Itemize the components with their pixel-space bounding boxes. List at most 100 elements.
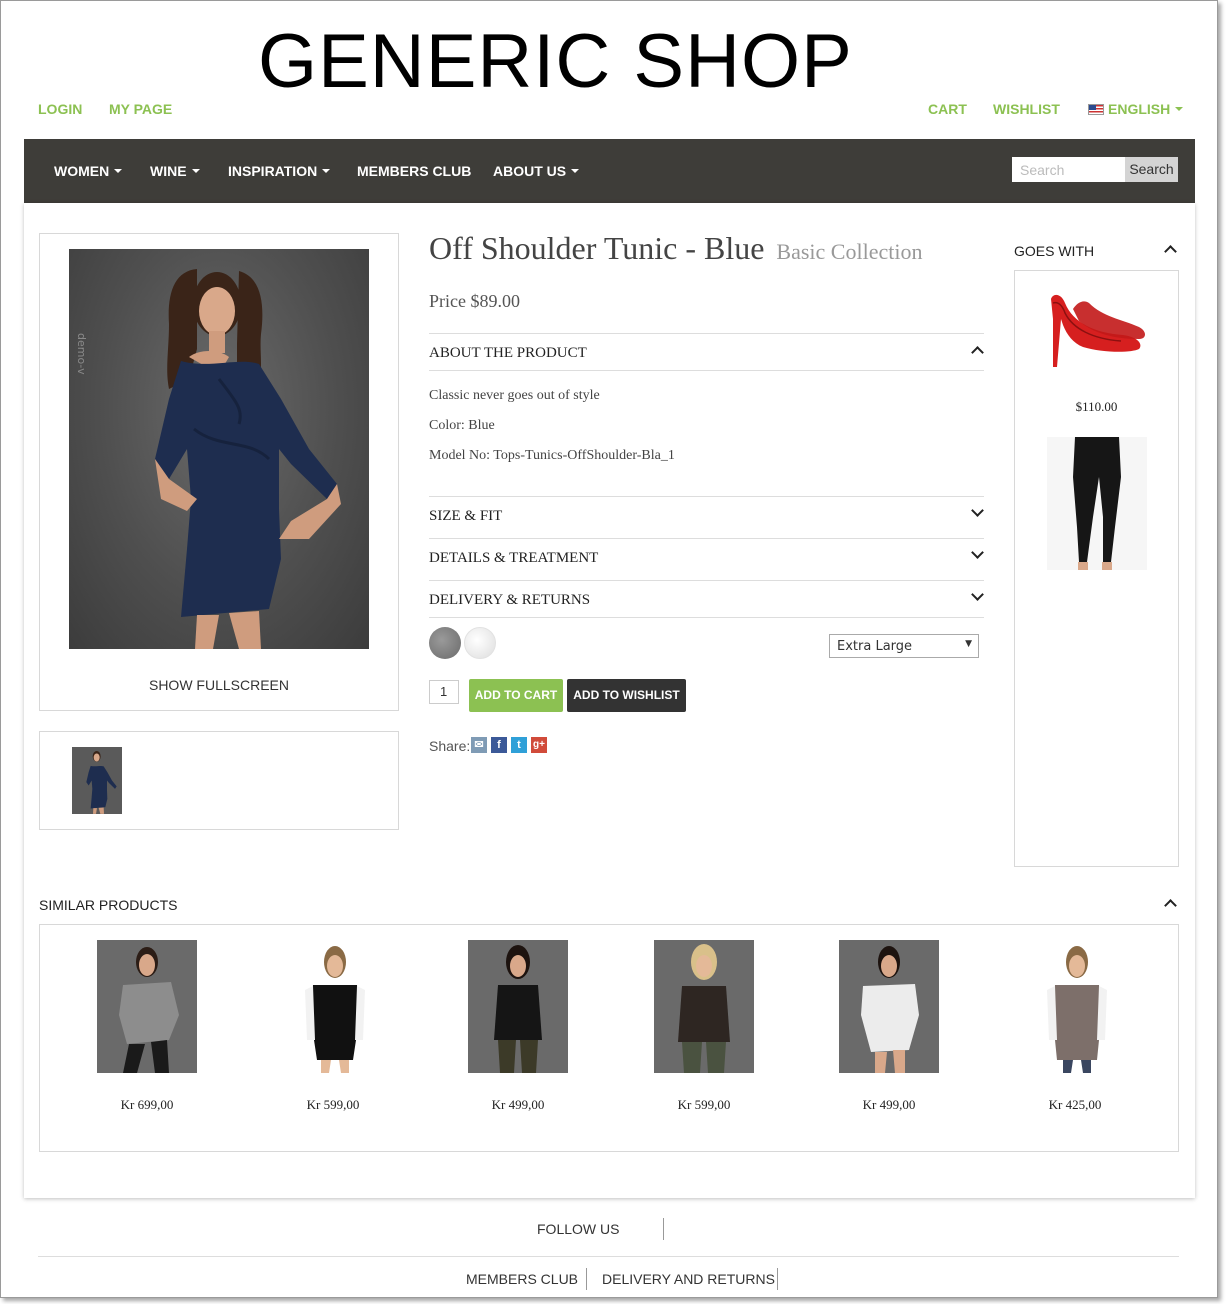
accordion-size-fit-label: SIZE & FIT: [429, 508, 503, 524]
search-input[interactable]: [1012, 157, 1125, 182]
chevron-down-icon: [971, 546, 984, 559]
main-content: demo-v SHOW FULLSCREEN Off Shoulder Tuni…: [24, 203, 1195, 1198]
model-figure: [155, 269, 341, 649]
leggings-figure: [1047, 437, 1147, 570]
product-title: Off Shoulder Tunic - Blue Basic Collecti…: [429, 230, 922, 267]
facebook-share-icon[interactable]: f: [491, 737, 507, 753]
chevron-down-icon: [971, 504, 984, 517]
similar-products-title: SIMILAR PRODUCTS: [39, 897, 178, 913]
size-select[interactable]: Extra Large ▼: [829, 634, 979, 658]
accordion-details-treatment[interactable]: DETAILS & TREATMENT: [429, 538, 984, 580]
show-fullscreen-link[interactable]: SHOW FULLSCREEN: [40, 677, 398, 693]
similar-figure-white-tunic: [861, 946, 919, 1073]
share-label: Share:: [429, 738, 471, 754]
email-share-icon[interactable]: ✉: [471, 737, 487, 753]
us-flag-icon: [1088, 104, 1104, 115]
caret-down-icon: [191, 169, 200, 173]
product-thumbnail[interactable]: [72, 747, 122, 814]
main-navbar: WOMEN WINE INSPIRATION MEMBERS CLUB ABOU…: [24, 139, 1195, 203]
footer-rule: [38, 1256, 1179, 1257]
footer-members-club-link[interactable]: MEMBERS CLUB: [466, 1271, 578, 1287]
footer-divider: [663, 1218, 664, 1240]
caret-down-icon: [571, 169, 580, 173]
accordion-delivery-label: DELIVERY & RETURNS: [429, 592, 591, 608]
similar-product-image[interactable]: [468, 940, 568, 1073]
nav-inspiration[interactable]: INSPIRATION: [228, 163, 331, 179]
twitter-share-icon[interactable]: t: [511, 737, 527, 753]
product-photo[interactable]: demo-v: [69, 249, 369, 649]
nav-women[interactable]: WOMEN: [54, 163, 123, 179]
caret-down-icon: [114, 169, 123, 173]
similar-figure-grey-tunic: [119, 947, 179, 1073]
similar-product-image[interactable]: [654, 940, 754, 1073]
quantity-input[interactable]: 1: [429, 680, 459, 704]
goes-with-item-shoes[interactable]: [1043, 289, 1153, 369]
similar-figure-black-top: [494, 945, 542, 1073]
similar-product-price: Kr 699,00: [120, 1097, 174, 1112]
footer-delivery-returns-link[interactable]: DELIVERY AND RETURNS: [602, 1271, 775, 1287]
similar-product-price: Kr 599,00: [306, 1097, 360, 1112]
color-swatch-white[interactable]: [464, 627, 496, 659]
goes-with-shoes-price: $110.00: [1075, 399, 1118, 414]
photo-watermark: demo-v: [75, 333, 88, 375]
nav-members-club-label: MEMBERS CLUB: [357, 163, 472, 179]
nav-inspiration-label: INSPIRATION: [228, 163, 318, 179]
similar-product-price: Kr 499,00: [862, 1097, 916, 1112]
my-page-link[interactable]: MY PAGE: [109, 101, 172, 117]
chevron-down-icon: [971, 588, 984, 601]
search-button[interactable]: Search: [1125, 157, 1178, 182]
googleplus-share-icon[interactable]: g+: [531, 737, 547, 753]
product-color-line: Color: Blue: [429, 418, 495, 433]
product-collection: Basic Collection: [776, 239, 923, 264]
product-model-line: Model No: Tops-Tunics-OffShoulder-Bla_1: [429, 448, 675, 463]
accordion-about-label: ABOUT THE PRODUCT: [429, 345, 587, 361]
similar-product-image[interactable]: [839, 940, 939, 1073]
language-label: ENGLISH: [1108, 101, 1171, 117]
footer-divider: [777, 1268, 778, 1290]
similar-product-image[interactable]: [1025, 940, 1125, 1073]
add-to-cart-button[interactable]: ADD TO CART: [469, 679, 563, 712]
nav-wine-label: WINE: [150, 163, 187, 179]
similar-product-price: Kr 425,00: [1048, 1097, 1102, 1112]
caret-down-icon: [322, 169, 331, 173]
nav-about-us[interactable]: ABOUT US: [493, 163, 580, 179]
chevron-up-icon: [971, 346, 984, 359]
product-price: Price $89.00: [429, 291, 520, 311]
product-name: Off Shoulder Tunic - Blue: [429, 230, 765, 266]
nav-members-club[interactable]: MEMBERS CLUB: [357, 163, 471, 179]
accordion-about-product[interactable]: ABOUT THE PRODUCT: [429, 333, 984, 371]
red-pump-icon: [1051, 294, 1145, 367]
similar-product-price: Kr 599,00: [677, 1097, 731, 1112]
login-link[interactable]: LOGIN: [38, 101, 82, 117]
shop-logo[interactable]: GENERIC SHOP: [258, 22, 853, 102]
similar-product-image[interactable]: [283, 940, 383, 1073]
language-selector[interactable]: ENGLISH: [1088, 101, 1184, 117]
nav-wine[interactable]: WINE: [150, 163, 200, 179]
accordion-details-label: DETAILS & TREATMENT: [429, 550, 599, 566]
product-image-panel: demo-v SHOW FULLSCREEN: [39, 233, 399, 711]
goes-with-collapse-icon[interactable]: [1164, 245, 1177, 258]
goes-with-panel: $110.00: [1014, 270, 1179, 867]
size-selected-value: Extra Large: [837, 639, 913, 654]
nav-women-label: WOMEN: [54, 163, 110, 179]
caret-down-icon: [1175, 107, 1184, 111]
nav-about-us-label: ABOUT US: [493, 163, 567, 179]
footer-divider: [586, 1268, 587, 1290]
similar-product-price: Kr 499,00: [491, 1097, 545, 1112]
color-swatch-grey[interactable]: [429, 627, 461, 659]
accordion-size-fit[interactable]: SIZE & FIT: [429, 496, 984, 538]
similar-figure-taupe-vest: [1047, 946, 1107, 1073]
similar-product-image[interactable]: [97, 940, 197, 1073]
similar-figure-black-vest: [305, 946, 365, 1073]
thumbnail-figure: [86, 751, 117, 814]
similar-collapse-icon[interactable]: [1164, 899, 1177, 912]
accordion-delivery-returns[interactable]: DELIVERY & RETURNS: [429, 580, 984, 618]
follow-us-label: FOLLOW US: [537, 1221, 620, 1237]
thumbnail-panel: [39, 731, 399, 830]
wishlist-link[interactable]: WISHLIST: [993, 101, 1060, 117]
add-to-wishlist-button[interactable]: ADD TO WISHLIST: [567, 679, 686, 712]
goes-with-item-leggings[interactable]: [1047, 437, 1147, 570]
similar-products-panel: Kr 699,00 Kr 599,00 Kr 499,00 Kr 599,00 …: [39, 924, 1179, 1152]
cart-link[interactable]: CART: [928, 101, 967, 117]
goes-with-title: GOES WITH: [1014, 243, 1095, 259]
